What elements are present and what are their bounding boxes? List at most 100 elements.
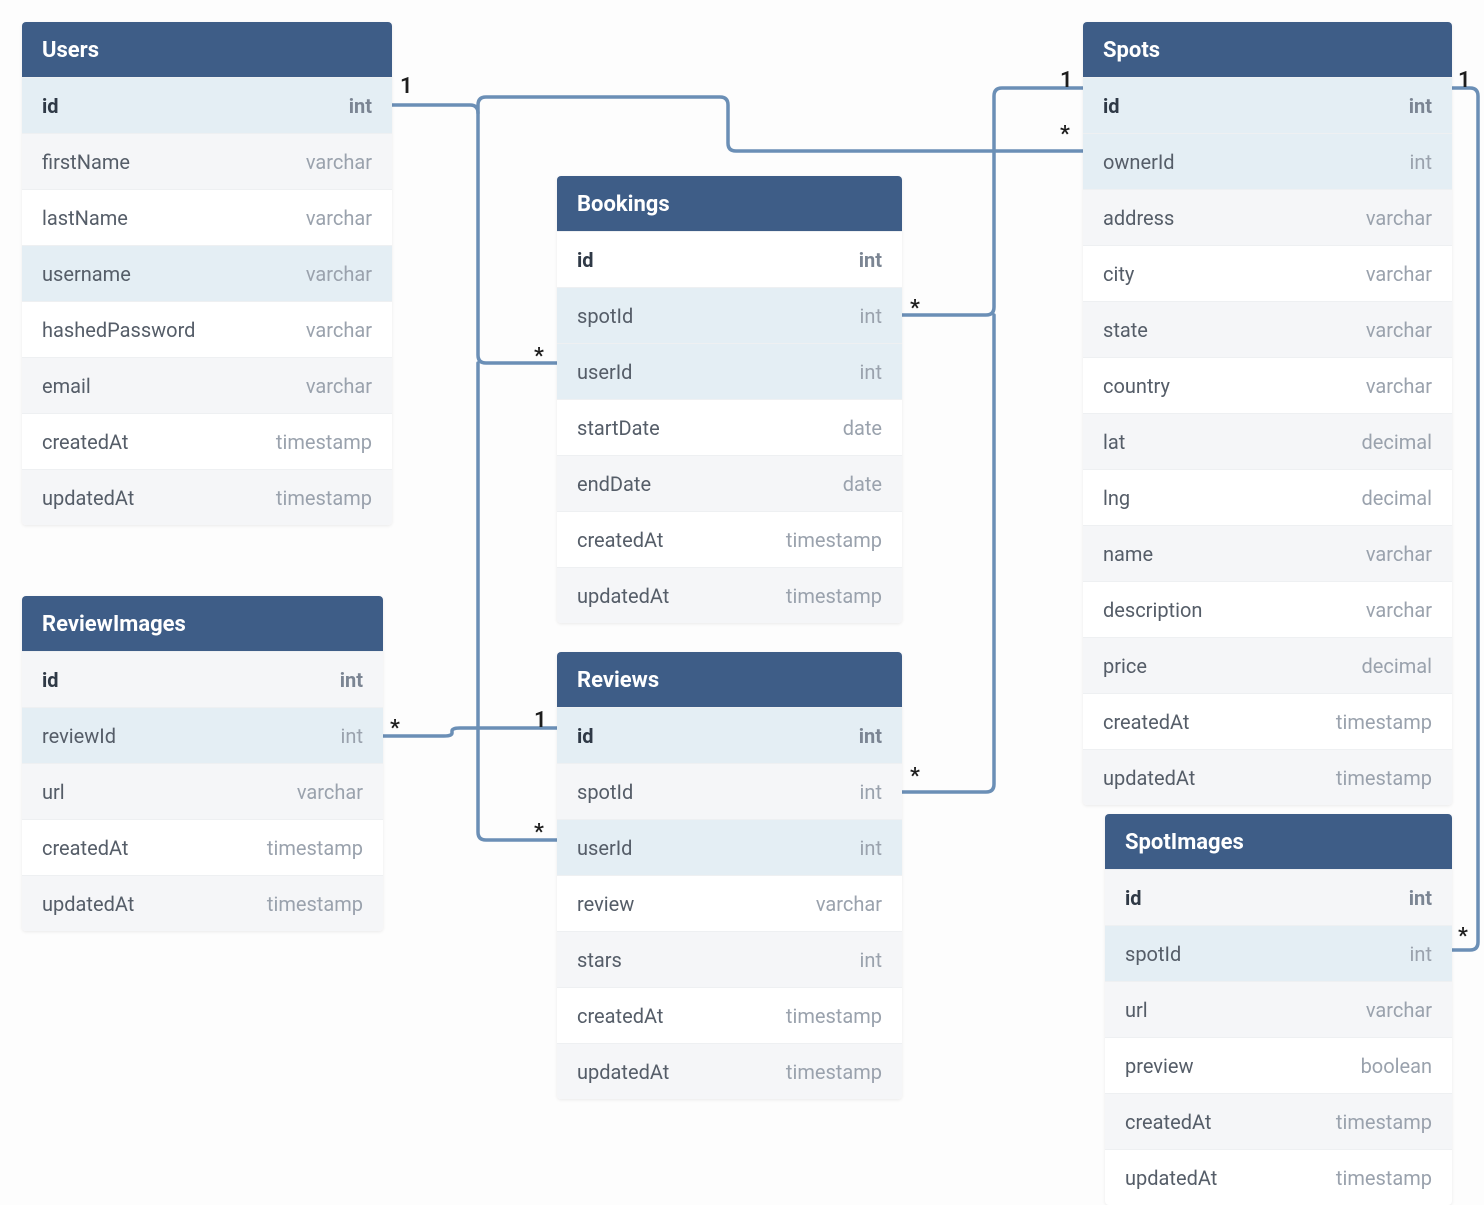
reviewimages-column-url[interactable]: urlvarchar — [22, 763, 383, 819]
column-name: createdAt — [1103, 710, 1189, 734]
spots-column-lng[interactable]: lngdecimal — [1083, 469, 1452, 525]
spots-column-country[interactable]: countryvarchar — [1083, 357, 1452, 413]
spots-column-updatedat[interactable]: updatedAttimestamp — [1083, 749, 1452, 805]
column-type: timestamp — [1336, 1110, 1432, 1134]
column-name: spotId — [577, 780, 633, 804]
spotimages-column-createdat[interactable]: createdAttimestamp — [1105, 1093, 1452, 1149]
reviewimages-column-createdat[interactable]: createdAt timestamp — [22, 819, 383, 875]
reviews-column-updatedat[interactable]: updatedAttimestamp — [557, 1043, 902, 1099]
column-name: id — [1125, 886, 1142, 910]
spots-column-price[interactable]: pricedecimal — [1083, 637, 1452, 693]
column-type: decimal — [1362, 430, 1433, 454]
column-name: lat — [1103, 430, 1125, 454]
users-column-hashedpassword[interactable]: hashedPasswordvarchar — [22, 301, 392, 357]
spotimages-column-url[interactable]: urlvarchar — [1105, 981, 1452, 1037]
table-reviews[interactable]: Reviews idintspotIdintuserIdintreviewvar… — [557, 652, 902, 1099]
column-name: createdAt — [577, 1004, 663, 1028]
column-type: date — [843, 472, 882, 496]
users-column-updatedat[interactable]: updatedAt timestamp — [22, 469, 392, 525]
column-type: varchar — [1366, 374, 1432, 398]
reviews-column-userid[interactable]: userIdint — [557, 819, 902, 875]
users-column-firstname[interactable]: firstNamevarchar — [22, 133, 392, 189]
column-name: updatedAt — [1125, 1166, 1217, 1190]
column-name: userId — [577, 836, 632, 860]
bookings-column-id[interactable]: idint — [557, 231, 902, 287]
column-name: updatedAt — [577, 584, 669, 608]
column-name: description — [1103, 598, 1202, 622]
column-type: int — [1409, 886, 1432, 910]
spots-column-ownerid[interactable]: ownerIdint — [1083, 133, 1452, 189]
column-name: address — [1103, 206, 1174, 230]
column-type: int — [859, 724, 882, 748]
reviews-column-review[interactable]: review varchar — [557, 875, 902, 931]
spotimages-column-preview[interactable]: previewboolean — [1105, 1037, 1452, 1093]
table-title: Reviews — [557, 652, 902, 707]
column-name: url — [42, 780, 65, 804]
column-name: createdAt — [42, 836, 128, 860]
column-type: timestamp — [267, 836, 363, 860]
bookings-column-spotid[interactable]: spotIdint — [557, 287, 902, 343]
column-type: int — [860, 304, 882, 328]
column-type: timestamp — [276, 486, 372, 510]
cardinality-label: * — [910, 764, 920, 789]
column-name: hashedPassword — [42, 318, 195, 342]
bookings-column-userid[interactable]: userIdint — [557, 343, 902, 399]
spots-column-id[interactable]: idint — [1083, 77, 1452, 133]
spotimages-column-id[interactable]: id int — [1105, 869, 1452, 925]
column-type: varchar — [306, 206, 372, 230]
spots-column-description[interactable]: descriptionvarchar — [1083, 581, 1452, 637]
column-type: varchar — [816, 892, 882, 916]
column-type: decimal — [1362, 486, 1433, 510]
spots-column-lat[interactable]: lat decimal — [1083, 413, 1452, 469]
cardinality-label: 1 — [400, 74, 413, 99]
column-type: int — [341, 724, 363, 748]
reviews-column-stars[interactable]: starsint — [557, 931, 902, 987]
users-column-lastname[interactable]: lastName varchar — [22, 189, 392, 245]
spotimages-column-updatedat[interactable]: updatedAttimestamp — [1105, 1149, 1452, 1205]
column-name: state — [1103, 318, 1148, 342]
bookings-column-updatedat[interactable]: updatedAttimestamp — [557, 567, 902, 623]
spots-column-state[interactable]: state varchar — [1083, 301, 1452, 357]
reviews-column-spotid[interactable]: spotIdint — [557, 763, 902, 819]
table-reviewimages[interactable]: ReviewImages idintreviewIdinturlvarcharc… — [22, 596, 383, 931]
users-column-email[interactable]: emailvarchar — [22, 357, 392, 413]
spotimages-column-spotid[interactable]: spotIdint — [1105, 925, 1452, 981]
cardinality-label: 1 — [534, 708, 547, 733]
column-name: updatedAt — [42, 486, 134, 510]
column-type: varchar — [1366, 262, 1432, 286]
spots-column-createdat[interactable]: createdAttimestamp — [1083, 693, 1452, 749]
column-name: createdAt — [577, 528, 663, 552]
spots-column-name[interactable]: namevarchar — [1083, 525, 1452, 581]
table-spots[interactable]: Spots idintownerIdintaddressvarcharcityv… — [1083, 22, 1452, 805]
table-bookings[interactable]: Bookings idintspotIdintuserIdintstartDat… — [557, 176, 902, 623]
table-title: Users — [22, 22, 392, 77]
users-column-createdat[interactable]: createdAttimestamp — [22, 413, 392, 469]
column-name: id — [42, 94, 59, 118]
bookings-column-createdat[interactable]: createdAttimestamp — [557, 511, 902, 567]
column-type: timestamp — [1336, 766, 1432, 790]
table-users[interactable]: Users idintfirstNamevarcharlastNamevarch… — [22, 22, 392, 525]
table-title: Spots — [1083, 22, 1452, 77]
spots-column-address[interactable]: addressvarchar — [1083, 189, 1452, 245]
cardinality-label: 1 — [1060, 68, 1073, 93]
reviewimages-column-id[interactable]: idint — [22, 651, 383, 707]
users-column-username[interactable]: usernamevarchar — [22, 245, 392, 301]
bookings-column-enddate[interactable]: endDatedate — [557, 455, 902, 511]
reviewimages-column-reviewid[interactable]: reviewIdint — [22, 707, 383, 763]
column-name: lastName — [42, 206, 128, 230]
column-name: review — [577, 892, 634, 916]
cardinality-label: * — [1458, 924, 1468, 949]
column-type: varchar — [306, 262, 372, 286]
column-name: startDate — [577, 416, 660, 440]
table-spotimages[interactable]: SpotImages idintspotIdinturlvarcharprevi… — [1105, 814, 1452, 1205]
spots-column-city[interactable]: cityvarchar — [1083, 245, 1452, 301]
reviews-column-createdat[interactable]: createdAttimestamp — [557, 987, 902, 1043]
cardinality-label: * — [534, 344, 544, 369]
reviews-column-id[interactable]: idint — [557, 707, 902, 763]
reviewimages-column-updatedat[interactable]: updatedAttimestamp — [22, 875, 383, 931]
users-column-id[interactable]: idint — [22, 77, 392, 133]
column-name: firstName — [42, 150, 130, 174]
column-type: timestamp — [267, 892, 363, 916]
bookings-column-startdate[interactable]: startDatedate — [557, 399, 902, 455]
column-type: varchar — [1366, 318, 1432, 342]
